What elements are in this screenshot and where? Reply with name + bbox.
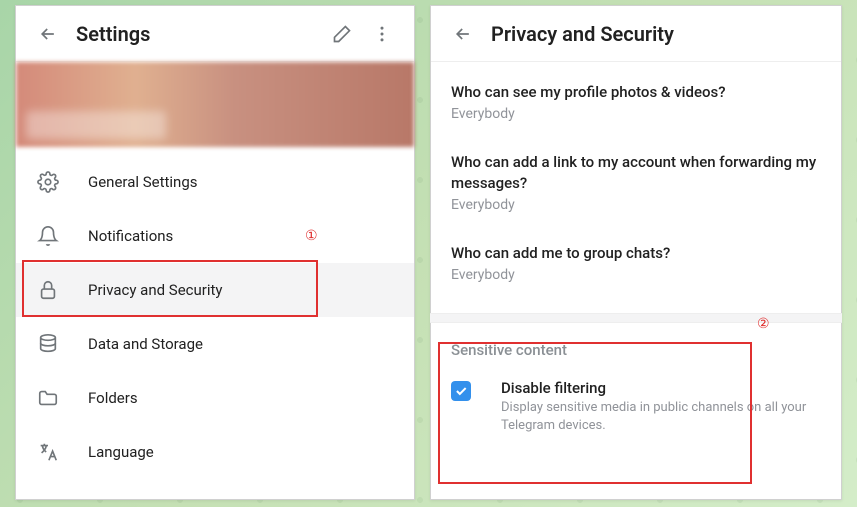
- settings-panel: Settings General Settings Notifications …: [15, 5, 415, 500]
- privacy-item-photos[interactable]: Who can see my profile photos & videos? …: [451, 82, 821, 122]
- language-icon: [36, 440, 60, 464]
- privacy-title: Privacy and Security: [491, 22, 829, 46]
- arrow-left-icon: [38, 24, 58, 44]
- folder-icon: [36, 386, 60, 410]
- privacy-question: Who can see my profile photos & videos?: [451, 82, 821, 102]
- menu-item-language[interactable]: Language: [16, 425, 414, 479]
- privacy-value: Everybody: [451, 197, 821, 213]
- menu-label: Language: [88, 443, 154, 461]
- more-vertical-icon: [372, 24, 392, 44]
- gear-icon: [36, 170, 60, 194]
- privacy-value: Everybody: [451, 267, 821, 283]
- settings-header: Settings: [16, 6, 414, 62]
- lock-icon: [36, 278, 60, 302]
- menu-label: Privacy and Security: [88, 281, 223, 299]
- privacy-item-forward[interactable]: Who can add a link to my account when fo…: [451, 152, 821, 213]
- privacy-question: Who can add me to group chats?: [451, 243, 821, 263]
- more-button[interactable]: [362, 14, 402, 54]
- checkbox-description: Display sensitive media in public channe…: [501, 399, 821, 435]
- settings-menu: General Settings Notifications Privacy a…: [16, 147, 414, 479]
- disable-filtering-row[interactable]: Disable filtering Display sensitive medi…: [431, 369, 841, 455]
- menu-label: General Settings: [88, 173, 198, 191]
- menu-label: Folders: [88, 389, 138, 407]
- annotation-label-1: ①: [305, 228, 318, 244]
- privacy-item-groups[interactable]: Who can add me to group chats? Everybody: [451, 243, 821, 283]
- menu-item-folders[interactable]: Folders: [16, 371, 414, 425]
- check-icon: [454, 384, 468, 398]
- menu-item-general[interactable]: General Settings: [16, 155, 414, 209]
- disable-filtering-checkbox[interactable]: [451, 381, 471, 401]
- privacy-options: Who can see my profile photos & videos? …: [431, 62, 841, 283]
- privacy-panel: Privacy and Security Who can see my prof…: [430, 5, 842, 500]
- privacy-header: Privacy and Security: [431, 6, 841, 62]
- privacy-value: Everybody: [451, 106, 821, 122]
- annotation-label-2: ②: [757, 316, 770, 332]
- edit-button[interactable]: [322, 14, 362, 54]
- profile-banner[interactable]: [16, 62, 414, 147]
- menu-item-notifications[interactable]: Notifications: [16, 209, 414, 263]
- pencil-icon: [332, 24, 352, 44]
- checkbox-label: Disable filtering: [501, 379, 821, 397]
- back-button[interactable]: [443, 14, 483, 54]
- back-button[interactable]: [28, 14, 68, 54]
- menu-label: Data and Storage: [88, 335, 203, 353]
- disk-icon: [36, 332, 60, 356]
- menu-label: Notifications: [88, 227, 173, 245]
- privacy-question: Who can add a link to my account when fo…: [451, 152, 821, 193]
- settings-title: Settings: [76, 22, 322, 46]
- section-divider: [430, 313, 842, 323]
- menu-item-privacy[interactable]: Privacy and Security: [16, 263, 414, 317]
- menu-item-data[interactable]: Data and Storage: [16, 317, 414, 371]
- sensitive-section-header: Sensitive content: [431, 323, 841, 369]
- arrow-left-icon: [453, 24, 473, 44]
- bell-icon: [36, 224, 60, 248]
